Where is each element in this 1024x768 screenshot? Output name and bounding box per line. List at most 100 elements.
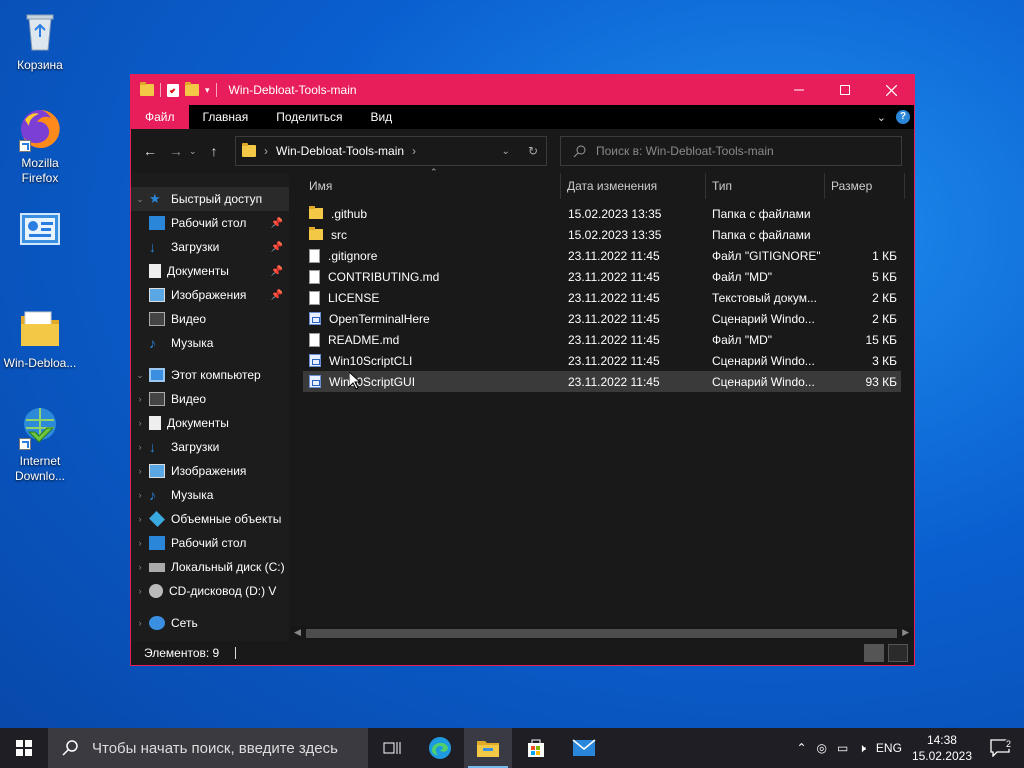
nav-pc-downloads[interactable]: › ↓ Загрузки — [131, 435, 289, 459]
edge-button[interactable] — [416, 728, 464, 768]
details-view-button[interactable] — [864, 644, 884, 662]
address-dropdown-icon[interactable]: ⌄ — [502, 146, 510, 157]
title-bar[interactable]: ▾ Win-Debloat-Tools-main — [131, 75, 914, 105]
nav-pc-videos[interactable]: › Видео — [131, 387, 289, 411]
task-view-button[interactable] — [368, 728, 416, 768]
nav-qa-music[interactable]: ♪ Музыка — [131, 331, 289, 355]
expand-chevron-icon[interactable]: › — [131, 586, 149, 596]
nav-pc-music[interactable]: › ♪ Музыка — [131, 483, 289, 507]
horizontal-scrollbar[interactable]: ◀ ▶ — [289, 626, 914, 641]
tab-file[interactable]: Файл — [131, 105, 189, 129]
help-icon[interactable]: ? — [896, 110, 910, 124]
column-header-name[interactable]: Имя — [303, 173, 561, 199]
nav-pc-3d-objects[interactable]: › Объемные объекты — [131, 507, 289, 531]
search-box[interactable]: Поиск в: Win-Debloat-Tools-main — [560, 136, 902, 166]
expand-chevron-icon[interactable]: › — [131, 490, 149, 500]
expand-ribbon-icon[interactable]: ⌄ — [877, 111, 886, 124]
pin-icon[interactable]: 📌 — [271, 218, 283, 229]
nav-pc-pictures[interactable]: › Изображения — [131, 459, 289, 483]
desktop-icon-folder[interactable]: Win-Debloa... — [0, 306, 80, 371]
nav-qa-pictures[interactable]: Изображения 📌 — [131, 283, 289, 307]
file-date: 23.11.2022 11:45 — [568, 269, 660, 284]
new-folder-icon[interactable] — [185, 82, 199, 96]
volume-muted-icon[interactable]: 🕨 — [858, 741, 866, 756]
column-header-type[interactable]: Тип — [706, 173, 825, 199]
tab-home[interactable]: Главная — [189, 105, 263, 129]
file-row[interactable]: README.md 23.11.2022 11:45 Файл "MD" 15 КБ — [303, 329, 901, 350]
refresh-icon[interactable]: ↻ — [518, 144, 546, 158]
breadcrumb-chevron-icon[interactable]: › — [264, 144, 268, 158]
file-row[interactable]: .github 15.02.2023 13:35 Папка с файлами — [303, 203, 901, 224]
internet-download-manager-icon — [17, 404, 63, 450]
language-indicator[interactable]: ENG — [876, 741, 902, 755]
desktop-icon-firefox[interactable]: Mozilla Firefox — [0, 106, 80, 186]
file-row[interactable]: src 15.02.2023 13:35 Папка с файлами — [303, 224, 901, 245]
nav-pc-cd-drive[interactable]: › CD-дисковод (D:) V — [131, 579, 289, 603]
desktop-icon-control-panel[interactable] — [0, 208, 80, 258]
store-button[interactable] — [512, 728, 560, 768]
nav-pc-local-disk[interactable]: › Локальный диск (C:) — [131, 555, 289, 579]
nav-pc-documents[interactable]: › Документы — [131, 411, 289, 435]
forward-arrow-icon[interactable]: → — [163, 143, 189, 159]
desktop-icon-idm[interactable]: Internet Downlo... — [0, 404, 80, 484]
back-arrow-icon[interactable]: ← — [137, 143, 163, 159]
meet-now-icon[interactable]: ◎ — [817, 741, 827, 755]
expand-chevron-icon[interactable]: › — [131, 442, 149, 452]
expand-chevron-icon[interactable]: › — [131, 538, 149, 548]
expand-chevron-icon[interactable]: ⌄ — [131, 370, 149, 381]
recent-locations-icon[interactable]: ⌄ — [189, 146, 201, 157]
breadcrumb-chevron-icon[interactable]: › — [412, 144, 416, 158]
nav-qa-videos[interactable]: Видео — [131, 307, 289, 331]
network-icon[interactable]: ▭ — [837, 741, 848, 755]
mail-button[interactable] — [560, 728, 608, 768]
expand-chevron-icon[interactable]: › — [131, 466, 149, 476]
nav-quick-access[interactable]: ⌄ ★ Быстрый доступ — [131, 187, 289, 211]
file-row[interactable]: CONTRIBUTING.md 23.11.2022 11:45 Файл "MD"… — [303, 266, 901, 287]
clock[interactable]: 14:38 15.02.2023 — [912, 732, 972, 764]
nav-qa-desktop[interactable]: Рабочий стол 📌 — [131, 211, 289, 235]
taskbar-search[interactable]: Чтобы начать поиск, введите здесь — [48, 728, 368, 768]
nav-qa-downloads[interactable]: ↓ Загрузки 📌 — [131, 235, 289, 259]
close-button[interactable] — [868, 75, 914, 105]
expand-chevron-icon[interactable]: › — [131, 394, 149, 404]
expand-chevron-icon[interactable]: › — [131, 618, 149, 628]
column-header-date[interactable]: Дата изменения — [561, 173, 706, 199]
scroll-right-icon[interactable]: ▶ — [902, 627, 909, 638]
expand-chevron-icon[interactable]: ⌄ — [131, 194, 149, 205]
file-row[interactable]: LICENSE 23.11.2022 11:45 Текстовый докум..… — [303, 287, 901, 308]
file-row[interactable]: OpenTerminalHere 23.11.2022 11:45 Сценарий… — [303, 308, 901, 329]
properties-icon[interactable] — [167, 83, 179, 97]
expand-chevron-icon[interactable]: › — [131, 418, 149, 428]
column-header-size[interactable]: Размер — [825, 173, 905, 199]
up-arrow-icon[interactable]: ↑ — [201, 143, 227, 159]
maximize-button[interactable] — [822, 75, 868, 105]
nav-qa-documents[interactable]: Документы 📌 — [131, 259, 289, 283]
file-row[interactable]: .gitignore 23.11.2022 11:45 Файл "GITIGNOR… — [303, 245, 901, 266]
file-row[interactable]: Win10ScriptCLI 23.11.2022 11:45 Сценарий W… — [303, 350, 901, 371]
pin-icon[interactable]: 📌 — [271, 242, 283, 253]
file-row[interactable]: Win10ScriptGUI 23.11.2022 11:45 Сценарий W… — [303, 371, 901, 392]
notification-center-button[interactable]: 2 — [982, 739, 1018, 757]
expand-chevron-icon[interactable]: › — [131, 562, 149, 572]
file-explorer-button[interactable] — [464, 728, 512, 768]
scrollbar-thumb[interactable] — [306, 629, 897, 638]
nav-pc-desktop[interactable]: › Рабочий стол — [131, 531, 289, 555]
folder-icon — [140, 82, 154, 96]
show-hidden-icons-icon[interactable]: ⌃ — [796, 741, 806, 755]
pin-icon[interactable]: 📌 — [271, 266, 283, 277]
breadcrumb-current[interactable]: Win-Debloat-Tools-main — [276, 144, 404, 158]
nav-this-pc[interactable]: ⌄ Этот компьютер — [131, 363, 289, 387]
start-button[interactable] — [0, 728, 48, 768]
large-icons-view-button[interactable] — [888, 644, 908, 662]
pin-icon[interactable]: 📌 — [271, 290, 283, 301]
address-bar[interactable]: › Win-Debloat-Tools-main › ⌄ ↻ — [235, 136, 547, 166]
scroll-left-icon[interactable]: ◀ — [294, 627, 301, 638]
tab-view[interactable]: Вид — [356, 105, 406, 129]
nav-label: Рабочий стол — [171, 536, 247, 550]
desktop-icon-recycle-bin[interactable]: Корзина — [0, 8, 80, 73]
customize-qa-icon[interactable]: ▾ — [205, 85, 210, 96]
nav-network[interactable]: › Сеть — [131, 611, 289, 635]
minimize-button[interactable] — [776, 75, 822, 105]
tab-share[interactable]: Поделиться — [262, 105, 356, 129]
expand-chevron-icon[interactable]: › — [131, 514, 149, 524]
